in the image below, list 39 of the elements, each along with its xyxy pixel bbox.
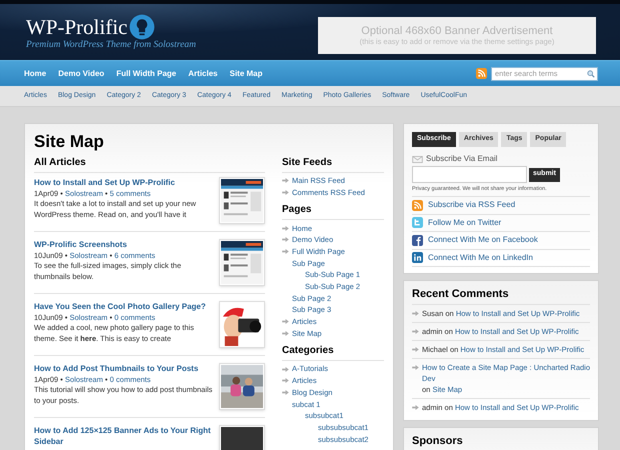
article-title[interactable]: WP-Prolific Screenshots [34,240,213,250]
nav-link[interactable]: Demo Video [58,68,104,80]
arrow-icon [412,329,419,334]
rss-icon [412,200,423,211]
linkedin-icon [412,252,423,264]
article-title[interactable]: How to Add 125×125 Banner Ads to Your Right Sidebar [34,426,213,447]
site-title[interactable]: WP-Prolific [26,15,128,39]
section-heading: All Articles [34,156,265,173]
social-link[interactable]: Subscribe via RSS Feed [428,199,516,212]
search-icon [587,70,595,78]
envelope-icon [412,156,423,162]
article-title[interactable]: How to Install and Set Up WP-Prolific [34,178,213,188]
arrow-icon [412,347,419,352]
social-link[interactable]: Connect With Me on Facebook [428,234,538,246]
arrow-icon [412,365,419,370]
widget-heading: Recent Comments [412,287,590,305]
article-title[interactable]: How to Add Post Thumbnails to Your Posts [34,364,213,374]
nav-link[interactable]: Articles [188,68,218,80]
bird-icon [412,217,423,228]
section-heading: Site Feeds [282,156,384,173]
site-tagline: Premium WordPress Theme from Solostream [26,40,196,51]
nav-link[interactable]: Full Width Page [116,68,176,80]
subscribe-label: Subscribe Via Email [426,153,498,165]
arrow-icon [412,311,419,316]
arrow-icon [412,405,419,410]
rss-icon [476,68,487,79]
section-heading: Pages [282,203,384,220]
page-title: Site Map [34,131,105,153]
article-title[interactable]: Have You Seen the Cool Photo Gallery Page? [34,302,213,312]
section-heading: Categories [282,344,384,362]
nav-link[interactable]: Home [24,68,46,80]
nav-link[interactable]: Site Map [230,68,263,80]
widget-heading: Sponsors [412,434,590,450]
lightbulb-icon [129,14,156,40]
social-link[interactable]: Follow Me on Twitter [428,216,502,229]
facebook-icon [412,234,423,246]
email-field[interactable] [412,166,527,183]
social-link[interactable]: Connect With Me on LinkedIn [428,252,533,264]
banner-title: Optional 468x60 Banner Advertisement [361,24,553,36]
